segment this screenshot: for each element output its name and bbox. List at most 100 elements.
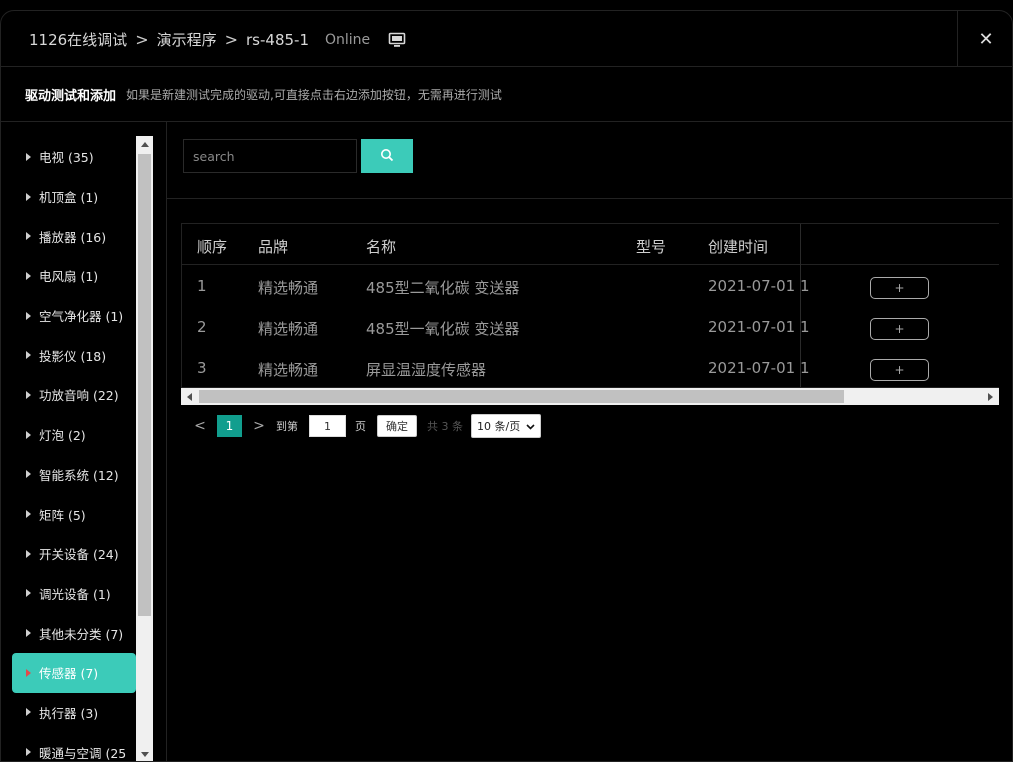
cell-index: 2 — [197, 318, 207, 336]
arrow-right-icon — [988, 392, 993, 401]
sidebar-category-label: 调光设备 (1) — [39, 586, 111, 602]
column-header-model: 型号 — [636, 238, 667, 256]
cell-created: 2021-07-01 1 — [708, 359, 810, 377]
breadcrumb-item-program[interactable]: 演示程序 — [157, 29, 217, 50]
page-size-select[interactable]: 10 条/页 — [471, 414, 541, 438]
sidebar-category-label: 空气净化器 (1) — [39, 309, 124, 325]
sidebar-category-item[interactable]: 电风扇 (1) — [12, 256, 136, 296]
column-header-name: 名称 — [366, 238, 397, 256]
scroll-down-button[interactable] — [136, 746, 153, 761]
sidebar-category-item[interactable]: 执行器 (3) — [12, 693, 136, 733]
table-row: 1 精选畅通 485型二氧化碳 变送器 2021-07-01 1 — [182, 266, 809, 307]
prev-page-button[interactable]: < — [191, 418, 209, 434]
page-number-active[interactable]: 1 — [217, 415, 242, 437]
sidebar-category-item[interactable]: 开关设备 (24) — [12, 534, 136, 574]
sidebar-category-item[interactable]: 暖通与空调 (25 — [12, 732, 136, 761]
caret-right-icon — [26, 152, 31, 161]
column-header-created: 创建时间 — [708, 238, 769, 256]
sidebar-category-item[interactable]: 矩阵 (5) — [12, 494, 136, 534]
sidebar-category-item[interactable]: 功放音响 (22) — [12, 375, 136, 415]
caret-right-icon — [26, 430, 31, 439]
section-title: 驱动测试和添加 — [25, 88, 117, 104]
sidebar-category-label: 功放音响 (22) — [39, 388, 119, 404]
cell-brand: 精选畅通 — [258, 361, 319, 379]
close-button[interactable]: ✕ — [957, 11, 1012, 67]
sidebar-category-item[interactable]: 电视 (35) — [12, 137, 136, 177]
search-input[interactable] — [183, 139, 357, 173]
breadcrumb-item-device: rs-485-1 — [246, 30, 309, 49]
cell-created: 2021-07-01 1 — [708, 318, 810, 336]
cell-index: 1 — [197, 277, 207, 295]
caret-right-icon — [26, 271, 31, 280]
caret-right-icon — [26, 470, 31, 479]
caret-right-icon — [26, 589, 31, 598]
monitor-icon — [388, 31, 406, 49]
caret-right-icon — [26, 351, 31, 360]
search-icon — [380, 148, 394, 165]
search-bar — [183, 139, 413, 173]
sidebar-category-item[interactable]: 调光设备 (1) — [12, 574, 136, 614]
divider — [167, 198, 1012, 199]
column-header-index: 顺序 — [197, 238, 228, 256]
caret-right-icon — [26, 708, 31, 717]
action-column: + + + — [800, 224, 999, 387]
breadcrumb-separator: > — [224, 30, 239, 49]
driver-table: 顺序 品牌 名称 型号 创建时间 1 精选畅通 485型二氧化碳 变送器 2021-0… — [181, 223, 999, 388]
goto-label: 到第 — [276, 420, 298, 433]
sidebar-category-item[interactable]: 播放器 (16) — [12, 216, 136, 256]
arrow-left-icon — [187, 392, 192, 401]
scroll-right-button[interactable] — [982, 388, 999, 405]
scrollbar-thumb[interactable] — [138, 154, 151, 616]
sidebar-category-label: 暖通与空调 (25 — [39, 745, 127, 761]
page-size-value: 10 条/页 — [477, 420, 521, 433]
sidebar-category-label: 机顶盒 (1) — [39, 190, 99, 206]
sidebar-category-item[interactable]: 智能系统 (12) — [12, 455, 136, 495]
cell-brand: 精选畅通 — [258, 320, 319, 338]
status-label: Online — [325, 31, 371, 48]
arrow-up-icon — [140, 142, 149, 147]
table-row: 3 精选畅通 屏显温湿度传感器 2021-07-01 1 — [182, 348, 809, 387]
sidebar-category-item[interactable]: 空气净化器 (1) — [12, 296, 136, 336]
scroll-up-button[interactable] — [136, 136, 153, 153]
next-page-button[interactable]: > — [250, 418, 268, 434]
sidebar-category-item[interactable]: 其他未分类 (7) — [12, 613, 136, 653]
sidebar-category-label: 其他未分类 (7) — [39, 626, 124, 642]
sidebar-category-label: 电风扇 (1) — [39, 269, 99, 285]
page-unit-label: 页 — [355, 420, 366, 433]
confirm-button[interactable]: 确定 — [377, 415, 417, 437]
scrollbar-thumb[interactable] — [199, 390, 844, 403]
sidebar-category-label: 投影仪 (18) — [39, 348, 107, 364]
sidebar-category-item[interactable]: 灯泡 (2) — [12, 415, 136, 455]
section-header: 驱动测试和添加 如果是新建测试完成的驱动,可直接点击右边添加按钮，无需再进行测试 — [1, 67, 1012, 122]
main-panel: 顺序 品牌 名称 型号 创建时间 1 精选畅通 485型二氧化碳 变送器 2021-0… — [167, 122, 1012, 761]
caret-right-icon — [26, 748, 31, 757]
table-horizontal-scrollbar[interactable] — [181, 388, 999, 405]
close-icon: ✕ — [978, 28, 994, 50]
sidebar-category-label: 传感器 (7) — [39, 666, 99, 682]
category-list: 电视 (35) 机顶盒 (1) 播放器 (16) 电风扇 (1) 空气净化器 (1) 投影… — [12, 137, 136, 761]
sidebar-category-label: 开关设备 (24) — [39, 547, 119, 563]
scroll-left-button[interactable] — [181, 388, 198, 405]
cell-created: 2021-07-01 1 — [708, 277, 810, 295]
sidebar-scrollbar[interactable] — [136, 136, 153, 761]
sidebar-category-label: 矩阵 (5) — [39, 507, 86, 523]
sidebar-category-item[interactable]: 投影仪 (18) — [12, 335, 136, 375]
table-row: 2 精选畅通 485型一氧化碳 变送器 2021-07-01 1 — [182, 307, 809, 348]
add-driver-button[interactable]: + — [870, 277, 929, 299]
goto-page-input[interactable] — [309, 415, 346, 437]
caret-right-icon — [26, 549, 31, 558]
caret-right-icon — [26, 510, 31, 519]
caret-right-icon — [26, 390, 31, 399]
caret-right-icon — [26, 232, 31, 241]
sidebar-category-item[interactable]: 机顶盒 (1) — [12, 177, 136, 217]
add-driver-button[interactable]: + — [870, 359, 929, 381]
search-button[interactable] — [361, 139, 413, 173]
breadcrumb-item-project[interactable]: 1126在线调试 — [29, 29, 127, 50]
dialog-header: 1126在线调试 > 演示程序 > rs-485-1 Online ✕ — [1, 11, 1012, 67]
sidebar-category-item[interactable]: 传感器 (7) — [12, 652, 136, 693]
add-driver-button[interactable]: + — [870, 318, 929, 340]
column-header-brand: 品牌 — [258, 238, 289, 256]
cell-name: 屏显温湿度传感器 — [366, 361, 487, 379]
breadcrumb-separator: > — [135, 30, 149, 49]
dialog-window: 1126在线调试 > 演示程序 > rs-485-1 Online ✕ 驱动测试… — [0, 10, 1013, 762]
